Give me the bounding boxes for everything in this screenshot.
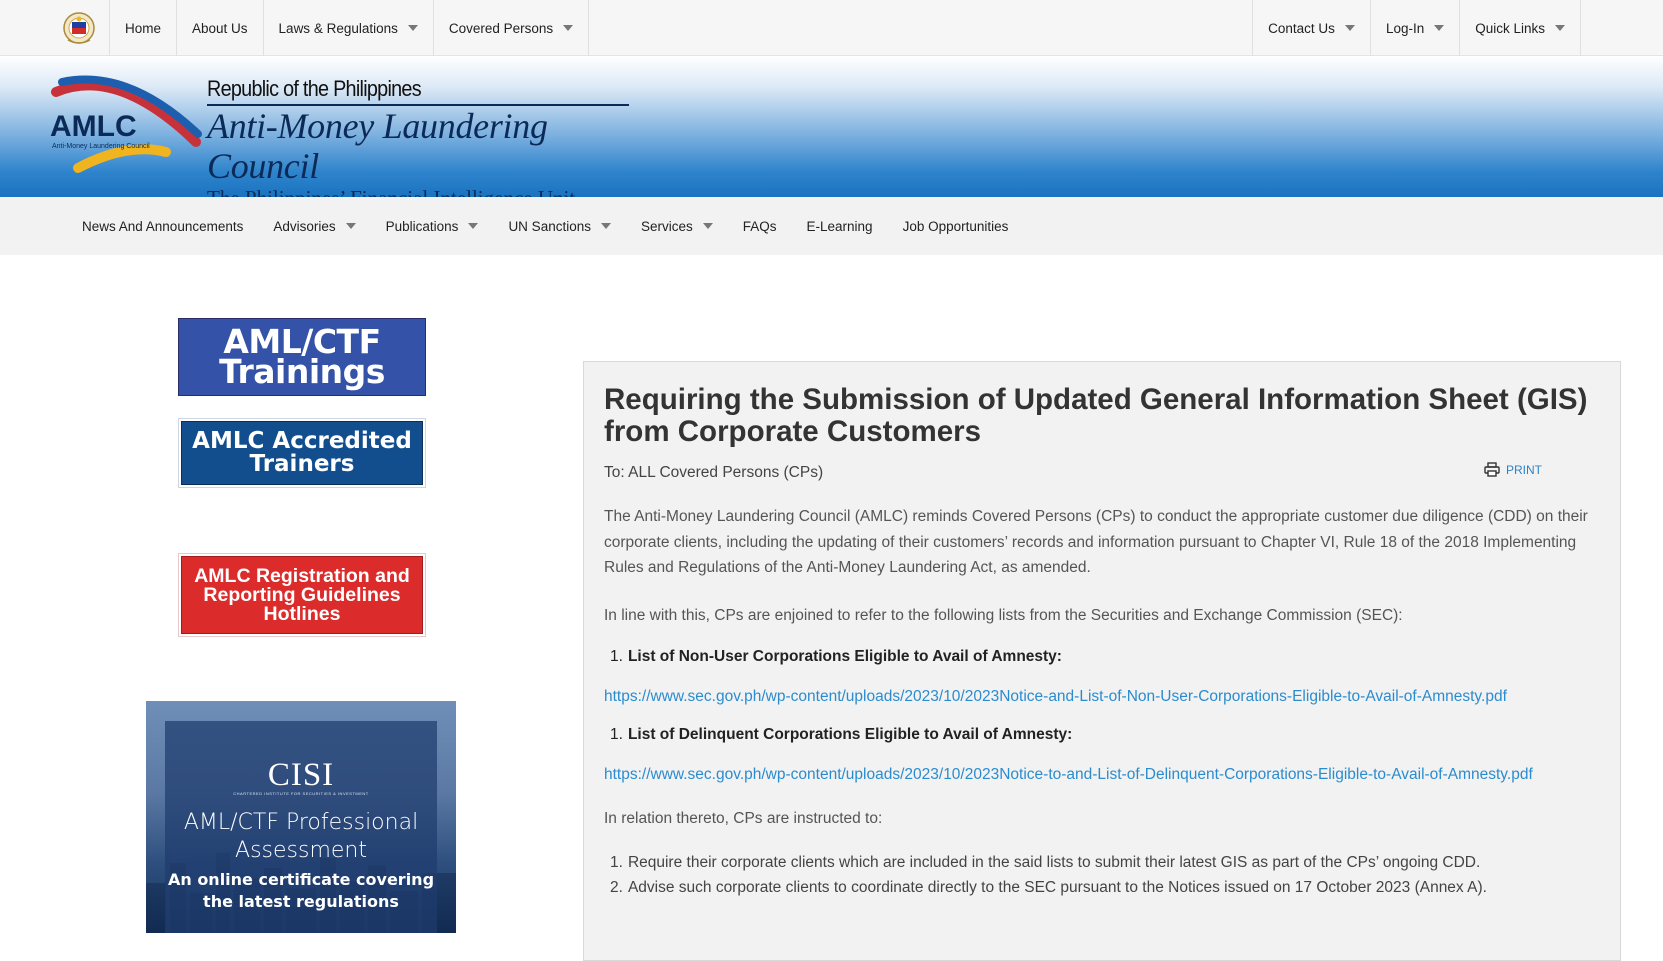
aml-ctf-trainings-button[interactable]: AML/CTF Trainings bbox=[178, 318, 426, 396]
hotlines-frame: AMLC Registration and Reporting Guidelin… bbox=[178, 553, 426, 637]
article-paragraph-3: In relation thereto, CPs are instructed … bbox=[604, 810, 883, 827]
sec-non-user-link[interactable]: https://www.sec.gov.ph/wp-content/upload… bbox=[604, 688, 1604, 706]
chevron-down-icon bbox=[563, 25, 574, 31]
cisi-panel: CISI CHARTERED INSTITUTE FOR SECURITIES … bbox=[165, 721, 437, 933]
nav-elearning-label: E-Learning bbox=[806, 218, 873, 234]
list-item: 2. Advise such corporate clients to coord… bbox=[604, 875, 1604, 901]
trainers-line2: Trainers bbox=[249, 451, 355, 477]
hotlines-line1: AMLC Registration and bbox=[194, 564, 410, 587]
nav-services-label: Services bbox=[640, 218, 693, 234]
article-recipients: To: ALL Covered Persons (CPs) PRINT bbox=[604, 462, 1604, 482]
sec-delinquent-link[interactable]: https://www.sec.gov.ph/wp-content/upload… bbox=[604, 766, 1604, 784]
org-title-block: Republic of the Philippines Anti-Money L… bbox=[207, 76, 629, 210]
cisi-title-line1: AML/CTF Professional bbox=[183, 810, 419, 835]
nav-e-learning[interactable]: E-Learning bbox=[792, 219, 888, 234]
article-paragraph-2: In line with this, CPs are enjoined to r… bbox=[604, 606, 1403, 624]
chevron-down-icon bbox=[345, 223, 356, 229]
nav-faqs[interactable]: FAQs bbox=[728, 219, 792, 234]
topnav-laws-regulations[interactable]: Laws & Regulations bbox=[264, 0, 434, 56]
instruction-text: Advise such corporate clients to coordin… bbox=[627, 879, 1487, 896]
hotlines-line2: Reporting Guidelines bbox=[203, 583, 401, 606]
list-number: 2. bbox=[610, 879, 623, 896]
article-content: Requiring the Submission of Updated Gene… bbox=[604, 384, 1604, 901]
list-item: 1. List of Non-User Corporations Eligible… bbox=[604, 648, 1604, 666]
main-navbar: News And Announcements Advisories Public… bbox=[0, 197, 1663, 255]
chevron-down-icon bbox=[407, 25, 418, 31]
republic-label: Republic of the Philippines bbox=[207, 76, 422, 101]
list-item: 1. List of Delinquent Corporations Eligib… bbox=[604, 726, 1604, 744]
nav-job-opportunities[interactable]: Job Opportunities bbox=[888, 219, 1024, 234]
nav-un-sanctions[interactable]: UN Sanctions bbox=[493, 219, 626, 234]
article-paragraph-1: The Anti-Money Laundering Council (AMLC)… bbox=[604, 508, 1588, 576]
print-button[interactable]: PRINT bbox=[1484, 462, 1542, 477]
list-number: 1. bbox=[610, 648, 623, 665]
topnav-quicklinks-label: Quick Links bbox=[1475, 20, 1545, 36]
chevron-down-icon bbox=[1434, 25, 1445, 31]
topnav-covered-label: Covered Persons bbox=[448, 20, 554, 36]
cisi-tag-line1: An online certificate covering bbox=[167, 870, 435, 889]
nav-publications-label: Publications bbox=[385, 218, 459, 234]
topnav-contact-label: Contact Us bbox=[1268, 20, 1335, 36]
top-navbar: Home About Us Laws & Regulations Covered… bbox=[0, 0, 1663, 56]
topnav-about-label: About Us bbox=[192, 20, 248, 36]
topnav-home-label: Home bbox=[125, 20, 162, 36]
chevron-down-icon bbox=[1344, 25, 1355, 31]
nav-un-label: UN Sanctions bbox=[508, 218, 591, 234]
nav-advisories[interactable]: Advisories bbox=[258, 219, 370, 234]
chevron-down-icon bbox=[468, 223, 479, 229]
chevron-down-icon bbox=[600, 223, 611, 229]
topnav-home[interactable]: Home bbox=[109, 0, 178, 56]
logo-caption: Anti-Money Laundering Council bbox=[52, 143, 150, 150]
cisi-title: AML/CTF Professional Assessment bbox=[165, 809, 437, 865]
cisi-logo: CISI bbox=[267, 757, 335, 793]
org-name: Anti-Money Laundering Council bbox=[207, 104, 629, 186]
article-panel: Requiring the Submission of Updated Gene… bbox=[583, 361, 1621, 961]
accredited-trainers-button[interactable]: AMLC Accredited Trainers bbox=[181, 421, 423, 485]
nav-services[interactable]: Services bbox=[626, 219, 728, 234]
instructions-list: 1. Require their corporate clients which … bbox=[604, 850, 1604, 901]
topnav-quick-links[interactable]: Quick Links bbox=[1459, 0, 1581, 56]
nav-jobs-label: Job Opportunities bbox=[902, 218, 1009, 234]
chevron-down-icon bbox=[702, 223, 713, 229]
registration-hotlines-button[interactable]: AMLC Registration and Reporting Guidelin… bbox=[181, 556, 423, 634]
list-item: 1. Require their corporate clients which … bbox=[604, 850, 1604, 876]
topnav-covered-persons[interactable]: Covered Persons bbox=[434, 0, 590, 56]
cisi-title-line2: Assessment bbox=[235, 838, 367, 863]
amlc-logo-icon[interactable]: AMLC Anti-Money Laundering Council bbox=[48, 72, 208, 182]
print-label: PRINT bbox=[1506, 462, 1542, 477]
top-nav-right: Contact Us Log-In Quick Links bbox=[1252, 0, 1581, 56]
topnav-login-label: Log-In bbox=[1385, 20, 1425, 36]
recipients-text: To: ALL Covered Persons (CPs) bbox=[604, 464, 824, 481]
logo-letters: AMLC bbox=[50, 110, 137, 143]
topnav-contact-us[interactable]: Contact Us bbox=[1252, 0, 1370, 56]
list-label: List of Delinquent Corporations Eligible… bbox=[627, 726, 1073, 743]
printer-icon bbox=[1484, 462, 1500, 477]
nav-advisories-label: Advisories bbox=[273, 218, 336, 234]
chevron-down-icon bbox=[1555, 25, 1565, 31]
nav-faqs-label: FAQs bbox=[742, 218, 777, 234]
trainings-line2: Trainings bbox=[219, 352, 385, 391]
cisi-assessment-banner[interactable]: CISI CHARTERED INSTITUTE FOR SECURITIES … bbox=[146, 701, 456, 933]
philippine-seal-icon[interactable] bbox=[62, 10, 96, 46]
cisi-tag-line2: the latest regulations bbox=[203, 892, 399, 911]
article-title: Requiring the Submission of Updated Gene… bbox=[604, 383, 1588, 448]
accredited-trainers-frame: AMLC Accredited Trainers bbox=[178, 418, 426, 488]
topnav-about-us[interactable]: About Us bbox=[177, 0, 264, 56]
trainers-line1: AMLC Accredited bbox=[192, 428, 412, 454]
nav-news[interactable]: News And Announcements bbox=[67, 219, 258, 234]
list-number: 1. bbox=[610, 726, 623, 743]
hotlines-line3: Hotlines bbox=[263, 602, 341, 625]
top-nav-left: Home About Us Laws & Regulations Covered… bbox=[109, 0, 590, 56]
site-banner: AMLC Anti-Money Laundering Council Repub… bbox=[0, 56, 1663, 210]
cisi-logo-subtext: CHARTERED INSTITUTE FOR SECURITIES & INV… bbox=[233, 791, 369, 796]
topnav-laws-label: Laws & Regulations bbox=[278, 20, 398, 36]
list-label: List of Non-User Corporations Eligible t… bbox=[627, 648, 1062, 665]
list-number: 1. bbox=[610, 853, 623, 871]
topnav-log-in[interactable]: Log-In bbox=[1369, 0, 1459, 56]
cisi-tagline: An online certificate covering the lates… bbox=[165, 869, 437, 913]
nav-news-label: News And Announcements bbox=[82, 218, 244, 234]
nav-publications[interactable]: Publications bbox=[371, 219, 494, 234]
instruction-text: Require their corporate clients which ar… bbox=[627, 853, 1481, 871]
